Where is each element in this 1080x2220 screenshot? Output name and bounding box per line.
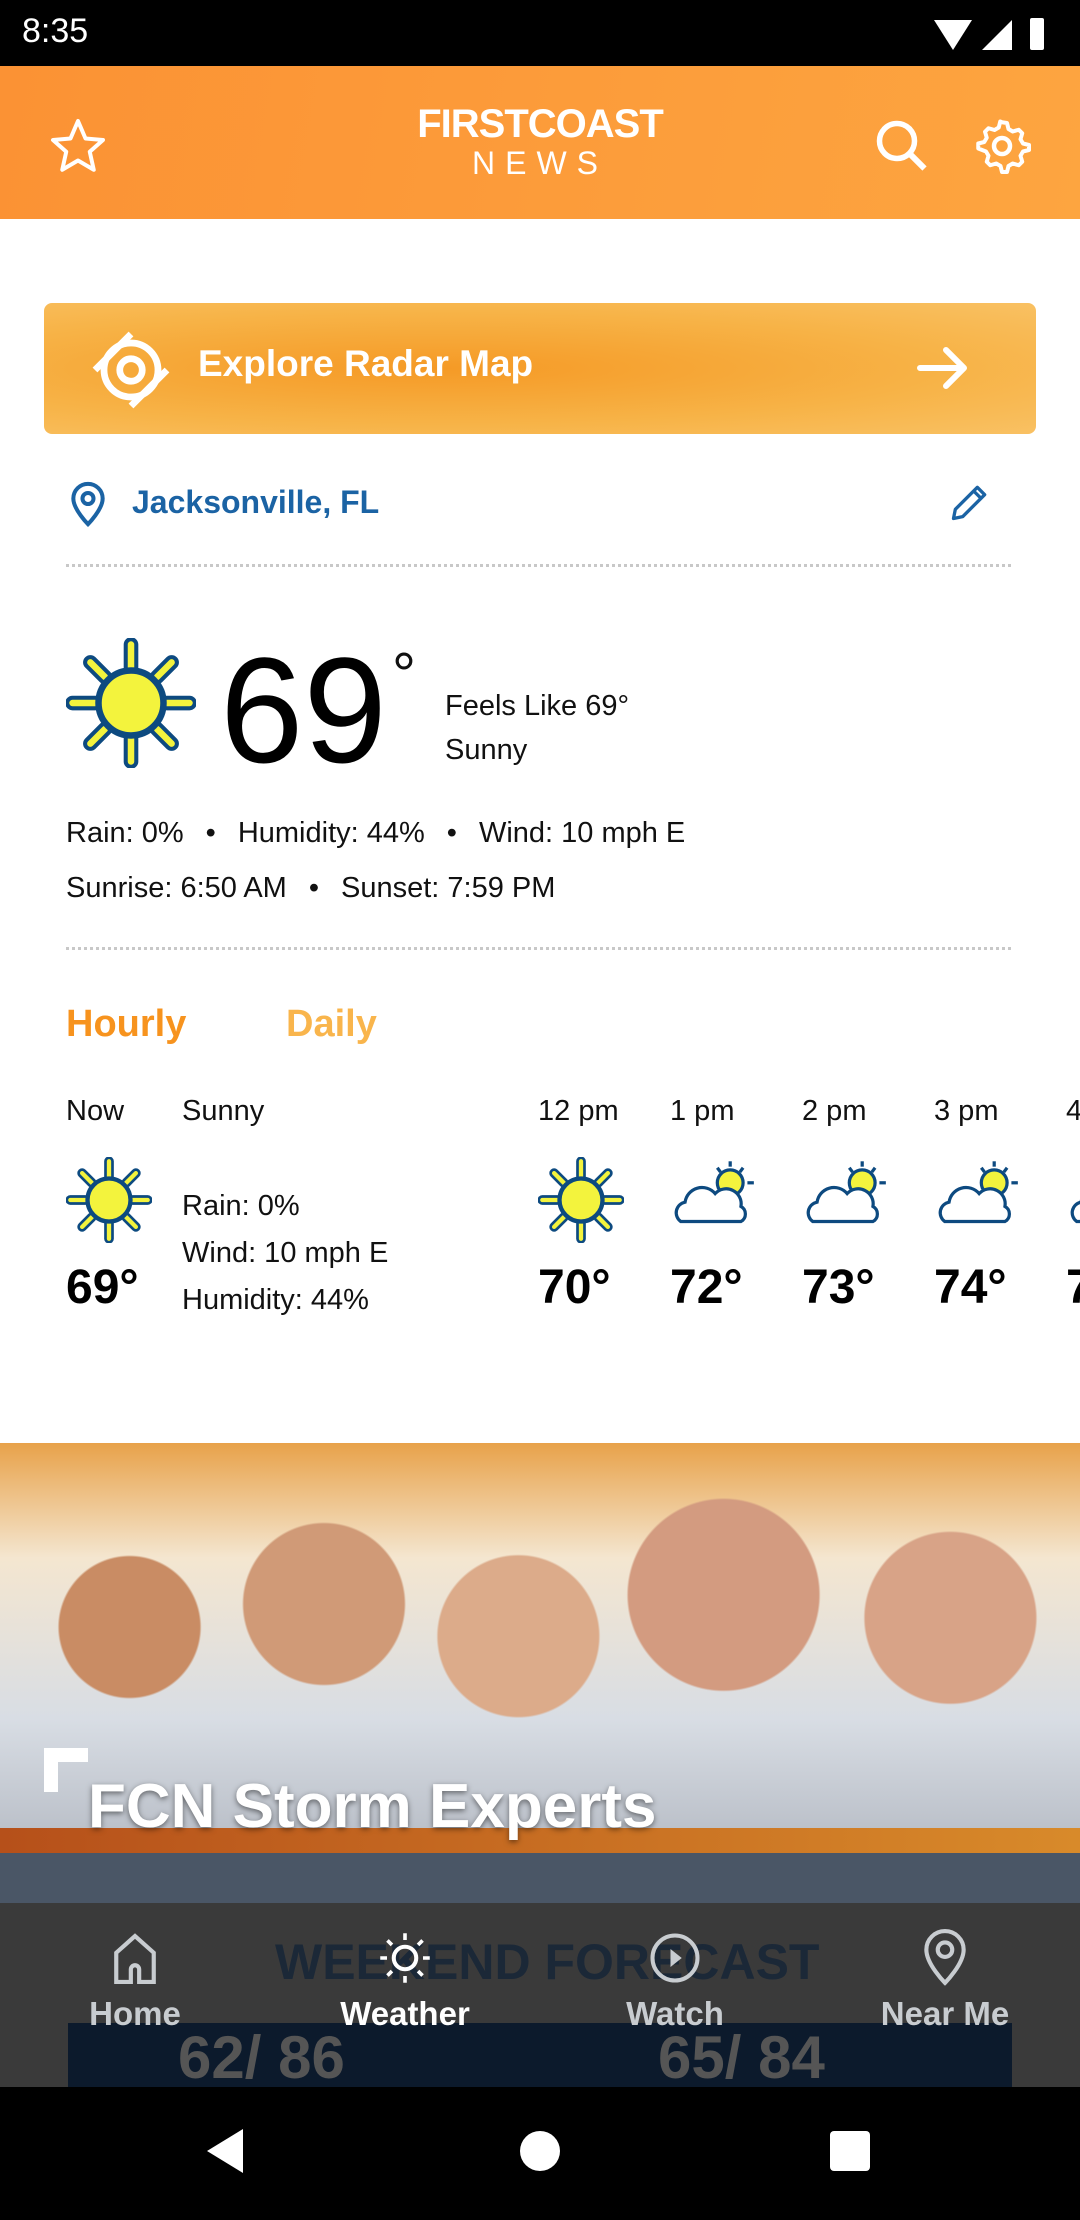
- storm-experts-promo[interactable]: FCN Storm Experts: [0, 1443, 1080, 1903]
- feels-like: Feels Like 69°: [445, 690, 630, 722]
- hour-condition: Sunny: [182, 1095, 265, 1127]
- separator: •: [446, 817, 457, 849]
- home-icon: [114, 1933, 156, 1984]
- search-icon[interactable]: [872, 116, 932, 176]
- hour-rain: Rain: 0%: [182, 1190, 300, 1222]
- sunset: Sunset: 7:59 PM: [341, 872, 556, 904]
- hour-temp: 74°: [934, 1261, 1007, 1314]
- tab-hourly[interactable]: Hourly: [66, 1003, 186, 1046]
- star-icon[interactable]: [48, 116, 108, 176]
- sun-icon: [538, 1157, 624, 1243]
- hour-temp: 70°: [538, 1261, 611, 1314]
- back-icon[interactable]: [205, 2127, 245, 2175]
- hour-label: 2 pm: [802, 1095, 867, 1127]
- nav-label: Weather: [340, 1995, 470, 2032]
- nav-watch[interactable]: Watch: [540, 1903, 810, 2087]
- arrow-right-icon: [917, 347, 967, 389]
- play-circle-icon: [650, 1933, 700, 1983]
- rain: Rain: 0%: [66, 817, 184, 849]
- partly-cloudy-icon: [806, 1159, 888, 1224]
- gear-icon[interactable]: [972, 116, 1032, 176]
- nav-weather[interactable]: Weather: [270, 1903, 540, 2087]
- location-pin-icon: [71, 481, 105, 528]
- explore-radar-button[interactable]: Explore Radar Map: [44, 303, 1036, 434]
- current-details-row2: Sunrise: 6:50 AM • Sunset: 7:59 PM: [66, 872, 555, 905]
- current-condition: Sunny: [445, 734, 528, 766]
- hour-label: 3 pm: [934, 1095, 999, 1127]
- hourly-forecast[interactable]: Now Sunny 69° Rain: 0% Wind: 10 mph E Hu…: [0, 1095, 1080, 1335]
- promo-title: FCN Storm Experts: [88, 1772, 657, 1841]
- edit-pencil-icon[interactable]: [948, 480, 992, 524]
- hour-temp: 72°: [670, 1261, 743, 1314]
- separator: •: [205, 817, 216, 849]
- partly-cloudy-icon: [1070, 1159, 1080, 1224]
- divider: [66, 564, 1011, 567]
- sun-outline-icon: [380, 1933, 430, 1983]
- recents-icon[interactable]: [828, 2129, 872, 2173]
- hour-temp: 73°: [802, 1261, 875, 1314]
- degree-symbol: °: [392, 641, 416, 708]
- radar-icon: [92, 331, 170, 409]
- corner-mark: [44, 1748, 88, 1792]
- location-name[interactable]: Jacksonville, FL: [132, 484, 379, 521]
- sun-icon: [66, 1157, 152, 1243]
- partly-cloudy-icon: [938, 1159, 1020, 1224]
- nav-label: Home: [89, 1995, 181, 2032]
- stripe: [0, 1853, 1080, 1903]
- bottom-nav: WEEKEND FORECAST 62/ 86 65/ 84 Home Weat…: [0, 1903, 1080, 2091]
- divider: [66, 947, 1011, 950]
- nav-label: Near Me: [880, 1995, 1010, 2032]
- hour-wind: Wind: 10 mph E: [182, 1237, 389, 1269]
- radar-label: Explore Radar Map: [198, 343, 534, 384]
- nav-label: Watch: [626, 1995, 724, 2032]
- current-details-row1: Rain: 0% • Humidity: 44% • Wind: 10 mph E: [66, 817, 685, 850]
- tab-daily[interactable]: Daily: [286, 1003, 377, 1046]
- logo: FIRSTCOAST NEWS: [417, 102, 664, 181]
- sun-icon: [66, 638, 196, 768]
- separator: •: [308, 872, 319, 904]
- location-pin-icon: [924, 1929, 966, 1986]
- nav-near-me[interactable]: Near Me: [810, 1903, 1080, 2087]
- nav-home[interactable]: Home: [0, 1903, 270, 2087]
- wind: Wind: 10 mph E: [478, 817, 686, 849]
- sunrise: Sunrise: 6:50 AM: [66, 872, 287, 904]
- system-nav-bar: [0, 2087, 1080, 2220]
- app-header: FIRSTCOAST NEWS: [0, 66, 1080, 219]
- humidity: Humidity: 44%: [237, 817, 425, 849]
- hour-temp: 69°: [66, 1261, 139, 1314]
- hour-label: 1 pm: [670, 1095, 735, 1127]
- current-temp: 69: [220, 626, 387, 794]
- partly-cloudy-icon: [674, 1159, 756, 1224]
- hour-humidity: Humidity: 44%: [182, 1284, 369, 1316]
- home-circle-icon[interactable]: [518, 2129, 562, 2173]
- status-time: 8:35: [22, 12, 89, 50]
- status-bar: 8:35: [0, 0, 1080, 66]
- hour-temp: 7: [1066, 1261, 1080, 1314]
- status-icons: [934, 18, 1044, 50]
- hour-label: 12 pm: [538, 1095, 619, 1127]
- hour-label: 4: [1066, 1095, 1080, 1127]
- hour-label: Now: [66, 1095, 125, 1127]
